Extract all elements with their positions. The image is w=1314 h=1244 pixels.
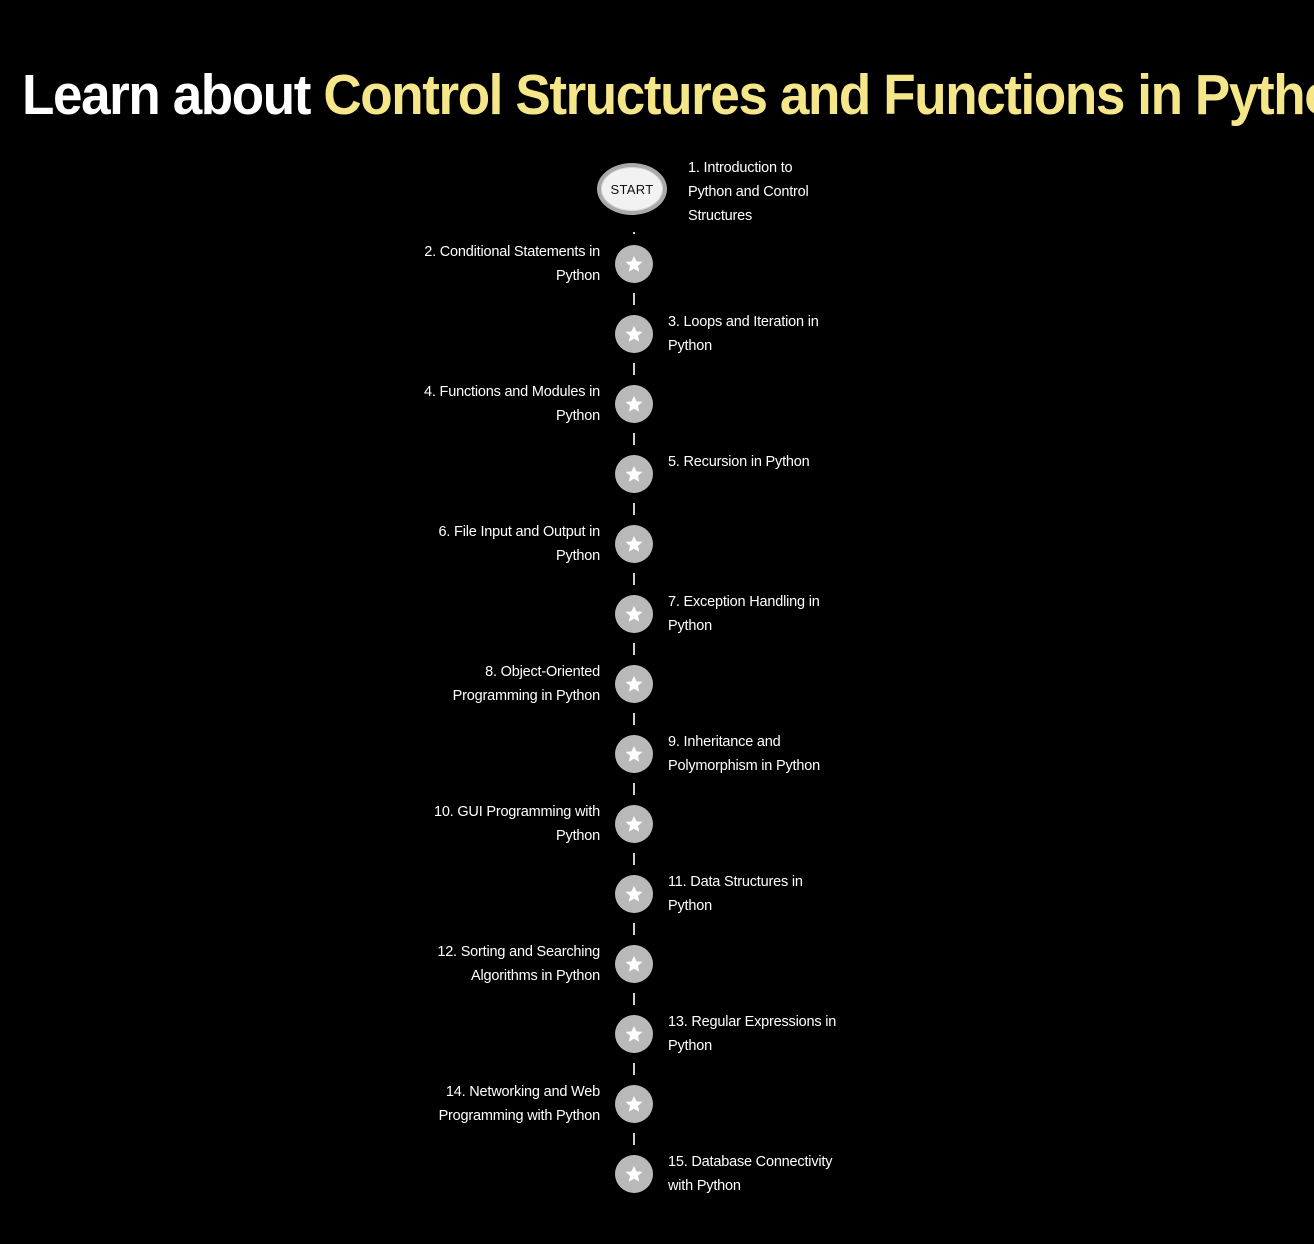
star-icon (624, 674, 644, 694)
star-icon (624, 534, 644, 554)
connector-line (633, 853, 635, 865)
step-label-11[interactable]: 11. Data Structures in Python (668, 870, 843, 918)
connector-line (633, 503, 635, 515)
step-node-11[interactable] (615, 875, 653, 913)
step-label-10[interactable]: 10. GUI Programming with Python (420, 800, 600, 848)
start-node[interactable]: START (597, 163, 667, 215)
step-label-1[interactable]: 1. Introduction to Python and Control St… (688, 156, 828, 228)
step-label-9[interactable]: 9. Inheritance and Polymorphism in Pytho… (668, 730, 843, 778)
step-node-6[interactable] (615, 525, 653, 563)
step-label-8[interactable]: 8. Object-Oriented Programming in Python (420, 660, 601, 708)
connector-line (633, 573, 635, 585)
star-icon (624, 464, 644, 484)
step-node-13[interactable] (615, 1015, 653, 1053)
star-icon (624, 884, 644, 904)
step-label-2[interactable]: 2. Conditional Statements in Python (420, 240, 600, 288)
step-node-14[interactable] (615, 1085, 653, 1123)
step-label-13[interactable]: 13. Regular Expressions in Python (668, 1010, 843, 1058)
roadmap-diagram: START 1. Introduction to Python and Cont… (0, 0, 1314, 1244)
step-label-4[interactable]: 4. Functions and Modules in Python (420, 380, 600, 428)
step-node-15[interactable] (615, 1155, 653, 1193)
connector-line (633, 1133, 635, 1145)
step-node-2[interactable] (615, 245, 653, 283)
connector-line (633, 1063, 635, 1075)
star-icon (624, 954, 644, 974)
step-node-5[interactable] (615, 455, 653, 493)
connector-line (633, 993, 635, 1005)
connector-line (633, 363, 635, 375)
step-label-12[interactable]: 12. Sorting and Searching Algorithms in … (420, 940, 600, 988)
star-icon (624, 1164, 644, 1184)
step-node-8[interactable] (615, 665, 653, 703)
connector-line (633, 293, 635, 305)
step-node-10[interactable] (615, 805, 653, 843)
step-node-9[interactable] (615, 735, 653, 773)
connector-line (633, 232, 635, 234)
step-label-14[interactable]: 14. Networking and Web Programming with … (420, 1080, 601, 1128)
star-icon (624, 814, 644, 834)
star-icon (624, 744, 644, 764)
start-node-label: START (610, 181, 654, 197)
connector-line (633, 713, 635, 725)
connector-line (633, 643, 635, 655)
step-label-15[interactable]: 15. Database Connectivity with Python (668, 1150, 843, 1198)
connector-line (633, 783, 635, 795)
connector-line (633, 433, 635, 445)
star-icon (624, 254, 644, 274)
star-icon (624, 324, 644, 344)
star-icon (624, 604, 644, 624)
step-label-5[interactable]: 5. Recursion in Python (668, 450, 843, 474)
connector-line (633, 923, 635, 935)
step-label-3[interactable]: 3. Loops and Iteration in Python (668, 310, 843, 358)
step-node-4[interactable] (615, 385, 653, 423)
star-icon (624, 1024, 644, 1044)
star-icon (624, 394, 644, 414)
step-label-6[interactable]: 6. File Input and Output in Python (420, 520, 601, 568)
star-icon (624, 1094, 644, 1114)
step-node-3[interactable] (615, 315, 653, 353)
step-node-12[interactable] (615, 945, 653, 983)
step-label-7[interactable]: 7. Exception Handling in Python (668, 590, 843, 638)
step-node-7[interactable] (615, 595, 653, 633)
